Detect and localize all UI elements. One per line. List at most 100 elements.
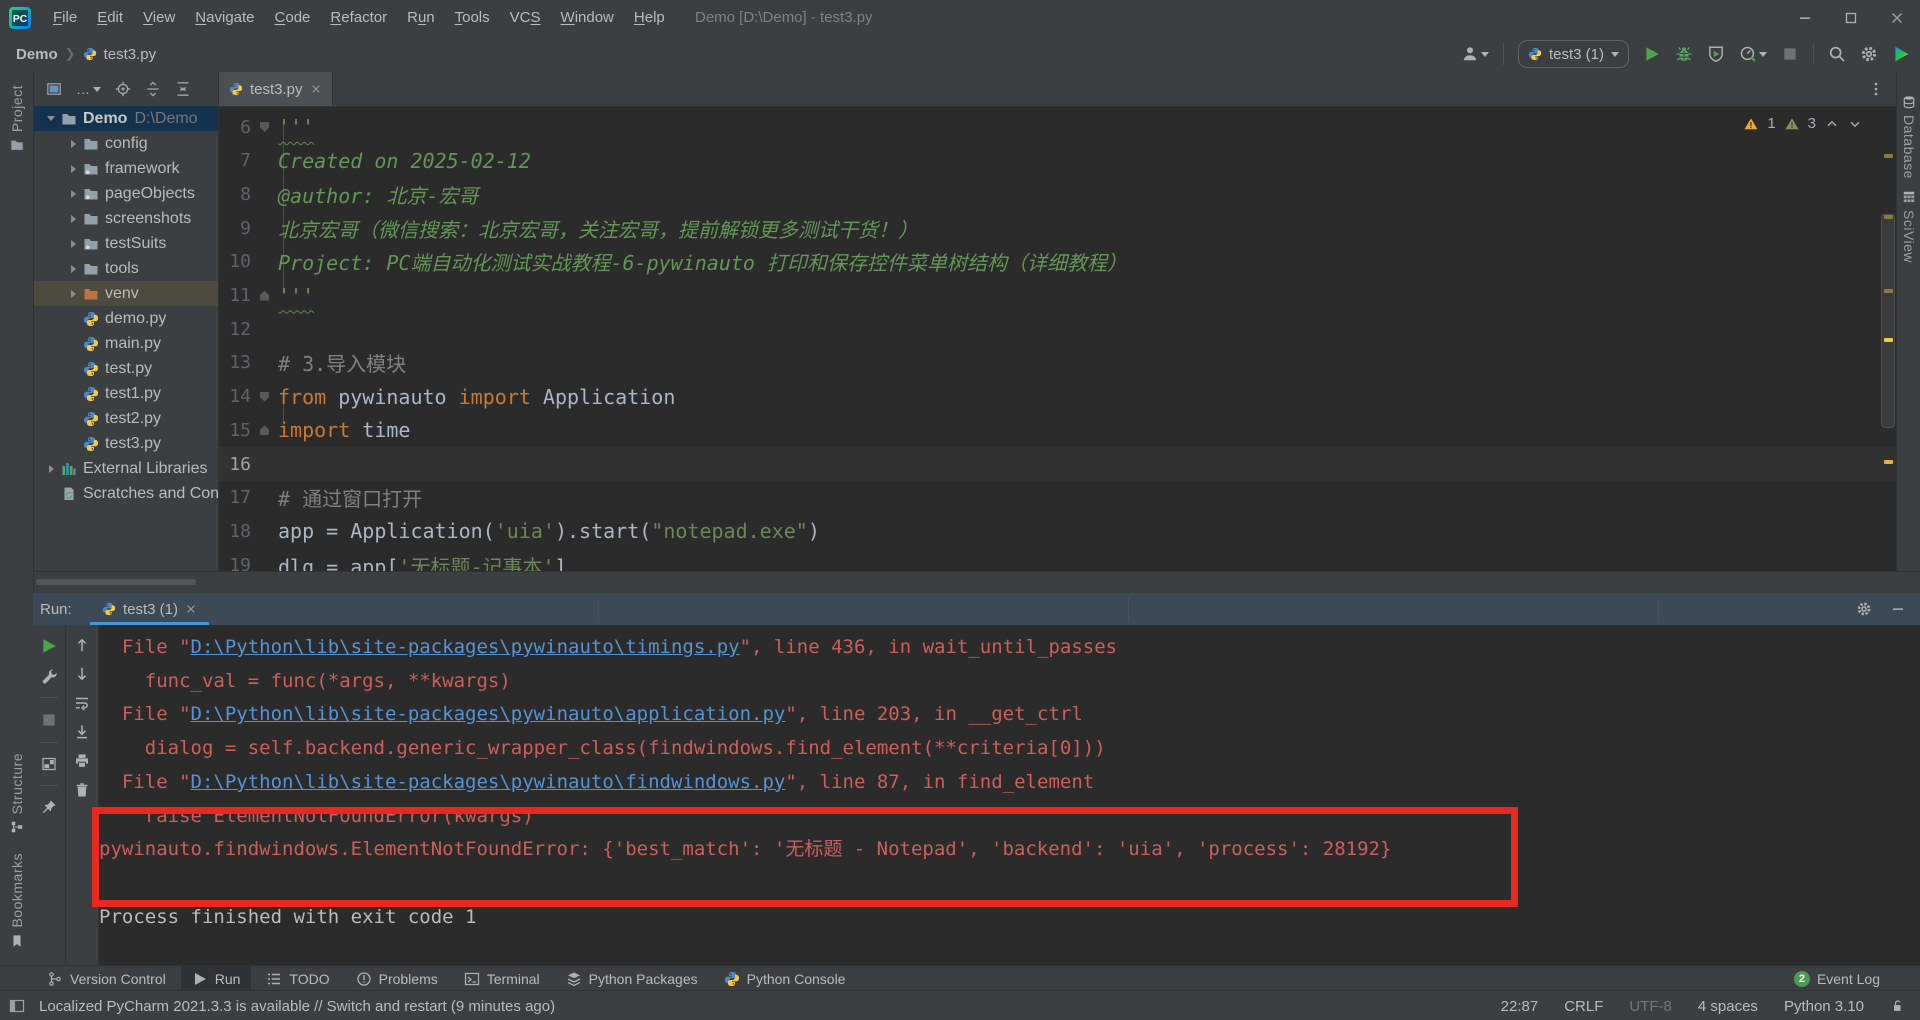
- tree-item-test1-py[interactable]: test1.py: [34, 381, 218, 406]
- chevron-collapsed-icon[interactable]: [63, 165, 83, 173]
- tree-item-tools[interactable]: tools: [34, 256, 218, 281]
- toolwindow-tab-version-control[interactable]: Version Control: [36, 966, 177, 991]
- menu-refactor[interactable]: Refactor: [320, 0, 397, 36]
- next-problem-icon[interactable]: [1848, 117, 1862, 131]
- scroll-to-end-icon[interactable]: [74, 724, 90, 740]
- tree-item-demo-py[interactable]: demo.py: [34, 306, 218, 331]
- tree-item-testsuits[interactable]: testSuits: [34, 231, 218, 256]
- warning-stripe-mark[interactable]: [1884, 215, 1893, 219]
- search-everywhere-button[interactable]: [1828, 45, 1846, 63]
- chevron-collapsed-icon[interactable]: [41, 465, 61, 473]
- toolwindow-tab-terminal[interactable]: Terminal: [453, 966, 551, 991]
- tree-item-main-py[interactable]: main.py: [34, 331, 218, 356]
- maximize-button[interactable]: [1828, 0, 1874, 36]
- run-tab[interactable]: test3 (1): [90, 593, 210, 625]
- tree-item-config[interactable]: config: [34, 131, 218, 156]
- pin-tab-icon[interactable]: [41, 799, 57, 815]
- project-view-icon[interactable]: [46, 81, 62, 97]
- breadcrumb-file[interactable]: test3.py: [104, 46, 157, 63]
- ide-promo-button[interactable]: [1892, 45, 1910, 63]
- console-output[interactable]: File "D:\Python\lib\site-packages\pywina…: [99, 625, 1920, 965]
- edit-configuration-icon[interactable]: [41, 668, 57, 684]
- warning-stripe-mark[interactable]: [1884, 460, 1893, 464]
- tree-item-external-libraries[interactable]: External Libraries: [34, 456, 218, 481]
- run-button[interactable]: [1643, 45, 1661, 63]
- menu-file[interactable]: File: [43, 0, 87, 36]
- prev-problem-icon[interactable]: [1825, 117, 1839, 131]
- hide-panel-icon[interactable]: [1890, 601, 1906, 617]
- fold-marker-icon[interactable]: [251, 122, 278, 132]
- toolwindow-tab-run[interactable]: Run: [180, 966, 252, 991]
- menu-vcs[interactable]: VCS: [500, 0, 551, 36]
- down-stack-trace-icon[interactable]: [74, 666, 90, 682]
- tool-tab-project[interactable]: Project: [0, 85, 33, 152]
- run-tab-close-icon[interactable]: [185, 603, 197, 615]
- chevron-collapsed-icon[interactable]: [63, 290, 83, 298]
- menu-code[interactable]: Code: [265, 0, 321, 36]
- menu-view[interactable]: View: [133, 0, 185, 36]
- tree-item-test3-py[interactable]: test3.py: [34, 431, 218, 456]
- tab-close-icon[interactable]: [310, 83, 322, 95]
- menu-help[interactable]: Help: [624, 0, 675, 36]
- clear-all-icon[interactable]: [74, 782, 90, 798]
- scrollbar-thumb[interactable]: [1881, 214, 1895, 428]
- lock-icon[interactable]: [1890, 999, 1904, 1013]
- stop-process-icon[interactable]: [40, 711, 58, 729]
- collapse-all-icon[interactable]: [175, 81, 191, 97]
- tree-item-pageobjects[interactable]: pageObjects: [34, 181, 218, 206]
- settings-button[interactable]: [1860, 45, 1878, 63]
- tree-item-framework[interactable]: framework: [34, 156, 218, 181]
- warning-stripe-mark[interactable]: [1884, 154, 1893, 158]
- debug-button[interactable]: [1675, 45, 1693, 63]
- editor-options-icon[interactable]: [1868, 81, 1884, 97]
- tree-item-test2-py[interactable]: test2.py: [34, 406, 218, 431]
- tree-item-test-py[interactable]: test.py: [34, 356, 218, 381]
- editor-code-area[interactable]: 6 ''' 7 Created on 2025-02-12 8 @author: 北京-宏…: [219, 107, 1896, 571]
- status-item-4-spaces[interactable]: 4 spaces: [1698, 998, 1758, 1015]
- view-options-button[interactable]: …: [76, 82, 101, 96]
- console-file-link[interactable]: D:\Python\lib\site-packages\pywinauto\ti…: [191, 636, 740, 658]
- tree-item-scratches-and-con[interactable]: Scratches and Con: [34, 481, 218, 506]
- chevron-collapsed-icon[interactable]: [63, 240, 83, 248]
- up-stack-trace-icon[interactable]: [74, 637, 90, 653]
- print-icon[interactable]: [74, 753, 90, 769]
- restore-layout-icon[interactable]: [41, 756, 57, 772]
- rerun-button[interactable]: [40, 637, 58, 655]
- status-item-22-87[interactable]: 22:87: [1501, 998, 1539, 1015]
- error-stripe[interactable]: [1881, 107, 1896, 571]
- tool-tab-database[interactable]: Database: [1897, 95, 1920, 179]
- menu-edit[interactable]: Edit: [87, 0, 133, 36]
- console-file-link[interactable]: D:\Python\lib\site-packages\pywinauto\fi…: [191, 771, 786, 793]
- status-message[interactable]: Localized PyCharm 2021.3.3 is available …: [39, 998, 555, 1015]
- expand-all-icon[interactable]: [145, 81, 161, 97]
- status-item-python-3.10[interactable]: Python 3.10: [1784, 998, 1864, 1015]
- toolwindow-toggle-icon[interactable]: [9, 998, 25, 1014]
- toolwindow-tab-python-packages[interactable]: Python Packages: [555, 966, 709, 991]
- menu-run[interactable]: Run: [397, 0, 445, 36]
- tree-item-demo[interactable]: Demo D:\Demo: [34, 106, 218, 131]
- chevron-collapsed-icon[interactable]: [63, 190, 83, 198]
- locate-file-icon[interactable]: [115, 81, 131, 97]
- warning-stripe-mark[interactable]: [1884, 338, 1893, 342]
- soft-wrap-icon[interactable]: [74, 695, 90, 711]
- minimize-button[interactable]: [1782, 0, 1828, 36]
- fold-marker-icon[interactable]: [251, 290, 278, 301]
- menu-tools[interactable]: Tools: [445, 0, 500, 36]
- run-with-coverage-button[interactable]: [1707, 45, 1725, 63]
- editor-tab-test3[interactable]: test3.py: [219, 72, 333, 106]
- toolwindow-tab-todo[interactable]: TODO: [255, 966, 340, 991]
- toolwindow-tab-python-console[interactable]: Python Console: [713, 966, 857, 991]
- chevron-collapsed-icon[interactable]: [63, 215, 83, 223]
- chevron-expanded-icon[interactable]: [41, 116, 61, 121]
- tool-tab-sciview[interactable]: SciView: [1897, 190, 1920, 263]
- menu-navigate[interactable]: Navigate: [185, 0, 264, 36]
- menu-window[interactable]: Window: [551, 0, 624, 36]
- chevron-collapsed-icon[interactable]: [63, 140, 83, 148]
- toolwindow-tab-problems[interactable]: Problems: [345, 966, 449, 991]
- stop-button[interactable]: [1781, 45, 1799, 63]
- warning-stripe-mark[interactable]: [1884, 289, 1893, 293]
- close-button[interactable]: [1874, 0, 1920, 36]
- tree-item-venv[interactable]: venv: [34, 281, 218, 306]
- console-file-link[interactable]: D:\Python\lib\site-packages\pywinauto\ap…: [191, 703, 786, 725]
- inspections-widget[interactable]: 1 3: [1744, 115, 1862, 132]
